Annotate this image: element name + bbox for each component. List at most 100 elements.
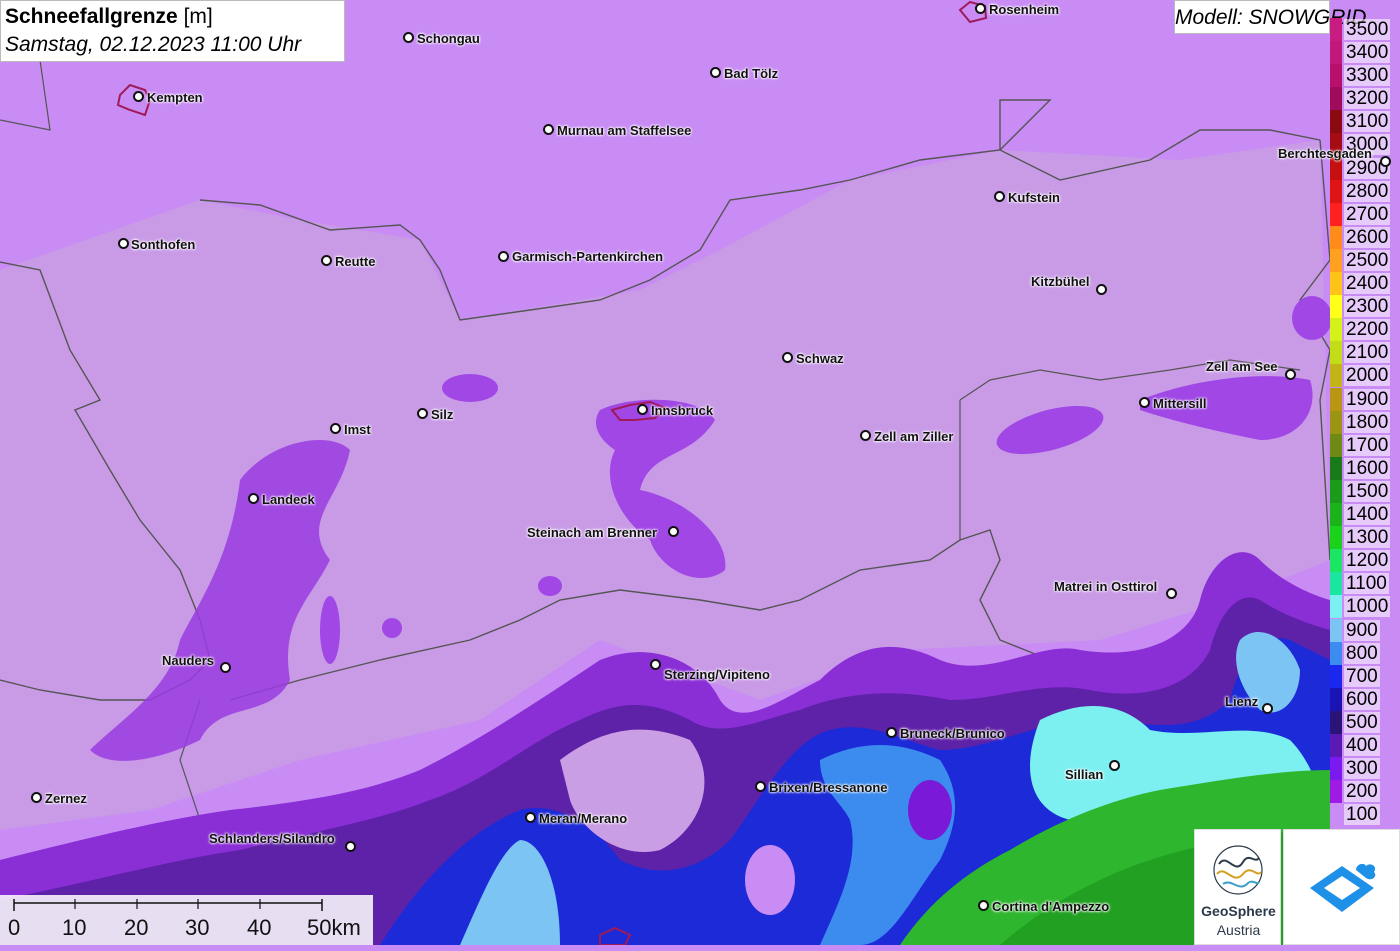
city-marker[interactable]: [1109, 760, 1120, 771]
legend-item: 2000: [1330, 364, 1400, 388]
legend-swatch: [1330, 503, 1342, 526]
legend-item: 3200: [1330, 87, 1400, 111]
legend-item: 400: [1330, 734, 1400, 757]
city-label: Brixen/Bressanone: [769, 780, 888, 795]
legend-label: 100: [1344, 804, 1380, 826]
city-label: Cortina d'Ampezzo: [992, 899, 1110, 914]
legend-label: 1600: [1344, 457, 1391, 479]
city-label: Mittersill: [1153, 396, 1207, 411]
scale-label: 0: [8, 915, 21, 940]
city-marker[interactable]: [668, 526, 679, 537]
model-label: Modell: SNOWGRID: [1174, 0, 1366, 34]
city-label: Innsbruck: [651, 403, 714, 418]
map-title: Schneefallgrenze [m]: [5, 3, 340, 31]
city-marker[interactable]: [403, 32, 414, 43]
city-marker[interactable]: [330, 423, 341, 434]
legend-swatch: [1330, 248, 1342, 272]
legend-item: 3300: [1330, 64, 1400, 88]
city-marker[interactable]: [498, 251, 509, 262]
scale-label: 20: [124, 915, 149, 940]
city-marker[interactable]: [1096, 284, 1107, 295]
legend-label: 700: [1344, 665, 1380, 687]
legend-label: 400: [1344, 735, 1380, 756]
legend-item: 1100: [1330, 572, 1400, 596]
legend-item: 1500: [1330, 479, 1400, 503]
legend-item: 900: [1330, 618, 1400, 642]
city-marker[interactable]: [886, 727, 897, 738]
legend-label: 1000: [1344, 596, 1391, 618]
city-marker[interactable]: [1166, 588, 1177, 599]
city-marker[interactable]: [782, 352, 793, 363]
legend-label: 900: [1344, 619, 1380, 641]
city-marker[interactable]: [220, 662, 231, 673]
snowfall-line-map[interactable]: [0, 0, 1400, 945]
city-marker[interactable]: [710, 67, 721, 78]
legend-swatch: [1330, 479, 1342, 503]
city-marker[interactable]: [1380, 156, 1391, 167]
city-marker[interactable]: [994, 191, 1005, 202]
legend-item: 2800: [1330, 179, 1400, 203]
city-label: Bruneck/Brunico: [900, 726, 1005, 741]
city-marker[interactable]: [637, 404, 648, 415]
legend-item: 3400: [1330, 41, 1400, 64]
geosphere-logo[interactable]: GeoSphere Austria: [1194, 829, 1281, 945]
legend-item: 1600: [1330, 456, 1400, 480]
legend-swatch: [1330, 64, 1342, 88]
legend-label: 600: [1344, 688, 1380, 710]
scale-label: 40: [247, 915, 272, 940]
legend-swatch: [1330, 618, 1342, 642]
city-label: Reutte: [335, 254, 376, 269]
city-label: Lienz: [1225, 694, 1259, 709]
city-marker[interactable]: [248, 493, 259, 504]
city-label: Schlanders/Silandro: [209, 831, 335, 846]
city-label: Kitzbühel: [1031, 274, 1090, 289]
city-marker[interactable]: [525, 812, 536, 823]
legend-swatch: [1330, 780, 1342, 804]
city-marker[interactable]: [1139, 397, 1150, 408]
legend-item: 1300: [1330, 526, 1400, 550]
legend-label: 300: [1344, 758, 1380, 780]
scale-label: 50km: [307, 915, 361, 940]
legend-label: 1400: [1344, 504, 1391, 525]
snowgrid-mountain-icon: [1310, 863, 1376, 912]
city-marker[interactable]: [31, 792, 42, 803]
city-marker[interactable]: [1262, 703, 1273, 714]
city-marker[interactable]: [321, 255, 332, 266]
legend-item: 1700: [1330, 433, 1400, 457]
city-marker[interactable]: [755, 781, 766, 792]
city-label: Sonthofen: [131, 237, 196, 252]
legend-swatch: [1330, 526, 1342, 550]
city-label: Imst: [344, 422, 371, 437]
city-label: Sillian: [1065, 767, 1104, 782]
legend-label: 2600: [1344, 226, 1391, 248]
legend-item: 500: [1330, 710, 1400, 734]
legend-label: 2100: [1344, 342, 1391, 364]
legend-item: 300: [1330, 757, 1400, 781]
legend-label: 200: [1344, 781, 1380, 803]
city-marker[interactable]: [118, 238, 129, 249]
legend-item: 2200: [1330, 318, 1400, 342]
legend-top-partial: 3500: [1330, 18, 1400, 41]
legend-item: 200: [1330, 780, 1400, 804]
city-marker[interactable]: [860, 430, 871, 441]
legend-label: 3100: [1344, 111, 1391, 133]
city-marker[interactable]: [975, 3, 986, 14]
title-parameter: Schneefallgrenze: [5, 5, 178, 28]
city-marker[interactable]: [417, 408, 428, 419]
legend-item: 2400: [1330, 272, 1400, 295]
city-label: Zell am Ziller: [874, 429, 954, 444]
city-marker[interactable]: [650, 659, 661, 670]
city-label: Kempten: [147, 90, 203, 105]
snowgrid-logo[interactable]: [1283, 829, 1400, 945]
city-label: Bad Tölz: [724, 66, 779, 81]
city-marker[interactable]: [543, 124, 554, 135]
city-label: Kufstein: [1008, 190, 1060, 205]
city-marker[interactable]: [1285, 369, 1296, 380]
city-marker[interactable]: [345, 841, 356, 852]
city-marker[interactable]: [978, 900, 989, 911]
legend-item: 1900: [1330, 387, 1400, 411]
city-marker[interactable]: [133, 91, 144, 102]
legend-swatch: [1330, 433, 1342, 457]
city-label: Garmisch-Partenkirchen: [512, 249, 664, 264]
legend-label: 2200: [1344, 319, 1391, 341]
